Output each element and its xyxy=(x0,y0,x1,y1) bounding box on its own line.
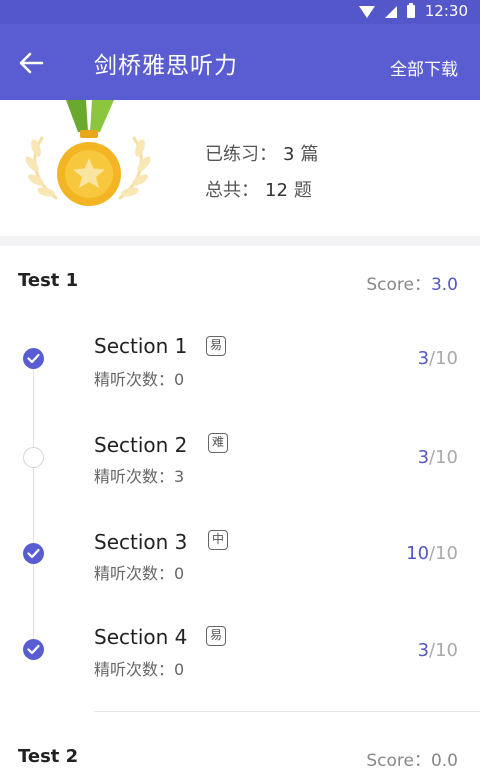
play-count: 精听次数：0 xyxy=(94,366,184,390)
play-count: 精听次数：0 xyxy=(94,656,184,680)
practiced-unit: 篇 xyxy=(300,144,319,165)
completed-check-icon xyxy=(23,543,44,564)
section-title: Section 3 xyxy=(94,530,188,554)
progress-total: /10 xyxy=(429,447,458,468)
total-count: 12 xyxy=(265,180,288,201)
incomplete-circle-icon xyxy=(23,447,44,468)
play-count-label: 精听次数： xyxy=(94,660,175,679)
page-title: 剑桥雅思听力 xyxy=(94,53,238,79)
play-count-value: 0 xyxy=(174,370,185,389)
play-count: 精听次数：0 xyxy=(94,560,184,584)
section-progress: 3/10 xyxy=(418,447,458,468)
test-score: Score：3.0 xyxy=(366,270,458,295)
progress-done: 3 xyxy=(417,447,430,468)
medal-icon xyxy=(25,100,151,206)
test-score: Score：0.0 xyxy=(366,746,458,768)
difficulty-badge: 易 xyxy=(206,626,226,646)
play-count-label: 精听次数： xyxy=(94,467,175,486)
play-count-value: 0 xyxy=(174,660,185,679)
play-count: 精听次数：3 xyxy=(94,463,184,487)
section-progress: 10/10 xyxy=(406,543,458,564)
test-header[interactable]: Test 1 Score：3.0 xyxy=(0,262,480,302)
progress-done: 3 xyxy=(417,348,430,369)
test-name: Test 1 xyxy=(18,270,79,291)
download-all-button[interactable]: 全部下载 xyxy=(390,55,458,80)
test-header[interactable]: Test 2 Score：0.0 xyxy=(0,738,480,768)
score-value: 0.0 xyxy=(430,751,458,768)
play-count-value: 3 xyxy=(174,467,185,486)
back-arrow-icon xyxy=(19,52,44,74)
progress-total: /10 xyxy=(429,640,458,661)
completed-check-icon xyxy=(23,639,44,660)
practice-stats: 已练习： 3 篇 总共： 12 题 xyxy=(205,140,318,212)
score-label: Score： xyxy=(366,275,431,295)
section-title: Section 2 xyxy=(94,433,188,457)
difficulty-badge: 难 xyxy=(208,433,228,453)
status-bar: 12:30 xyxy=(0,0,480,24)
score-value: 3.0 xyxy=(430,275,458,295)
section-title: Section 1 xyxy=(94,334,188,358)
section-progress: 3/10 xyxy=(418,640,458,661)
play-count-label: 精听次数： xyxy=(94,564,175,583)
play-count-value: 0 xyxy=(174,564,185,583)
section-progress: 3/10 xyxy=(418,348,458,369)
summary-card: 已练习： 3 篇 总共： 12 题 xyxy=(0,100,480,236)
signal-icon xyxy=(384,6,397,18)
divider xyxy=(0,236,480,246)
difficulty-badge: 中 xyxy=(208,530,228,550)
practiced-label: 已练习： xyxy=(205,144,277,165)
total-label: 总共： xyxy=(205,180,259,201)
section-row[interactable]: Section 4 易 精听次数：0 3/10 xyxy=(0,620,480,700)
wifi-icon xyxy=(358,6,375,18)
test-name: Test 2 xyxy=(18,746,79,767)
app-bar: 剑桥雅思听力 全部下载 xyxy=(0,24,480,100)
section-row[interactable]: Section 2 难 精听次数：3 3/10 xyxy=(0,428,480,508)
progress-done: 3 xyxy=(417,640,430,661)
progress-total: /10 xyxy=(429,543,458,564)
section-row[interactable]: Section 3 中 精听次数：0 10/10 xyxy=(0,524,480,604)
status-time: 12:30 xyxy=(424,2,468,20)
total-unit: 题 xyxy=(293,180,312,201)
play-count-label: 精听次数： xyxy=(94,370,175,389)
back-button[interactable] xyxy=(16,48,46,78)
section-title: Section 4 xyxy=(94,625,188,649)
progress-done: 10 xyxy=(406,543,430,564)
progress-total: /10 xyxy=(429,348,458,369)
battery-icon xyxy=(406,2,415,18)
completed-check-icon xyxy=(23,348,44,369)
practiced-count: 3 xyxy=(283,144,295,165)
difficulty-badge: 易 xyxy=(206,336,226,356)
list-separator xyxy=(94,711,480,712)
score-label: Score： xyxy=(366,751,431,768)
section-row[interactable]: Section 1 易 精听次数：0 3/10 xyxy=(0,328,480,408)
